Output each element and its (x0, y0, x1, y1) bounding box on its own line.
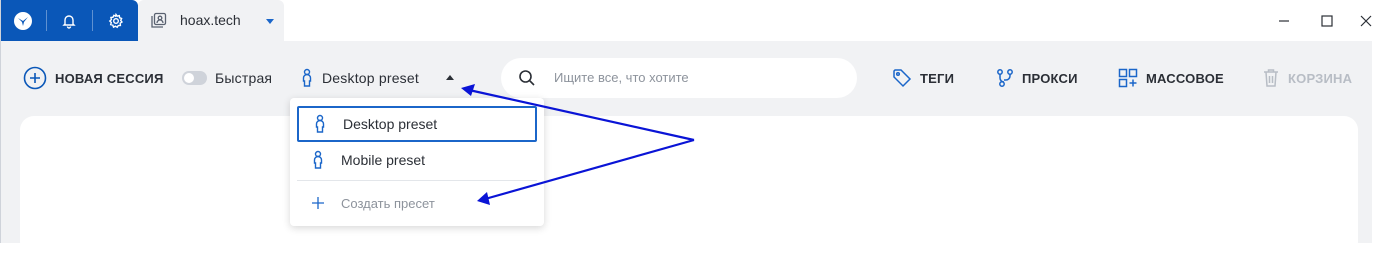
minimize-icon[interactable] (1273, 10, 1295, 32)
search-box[interactable]: Ищите все, что хотите (501, 58, 857, 98)
preset-option-label: Desktop preset (343, 116, 438, 132)
bulk-button[interactable]: МАССОВОЕ (1118, 66, 1224, 90)
plus-icon (307, 196, 329, 210)
preset-option-mobile[interactable]: Mobile preset (297, 142, 537, 178)
search-icon (519, 70, 535, 86)
browser-tab[interactable]: hoax.tech (138, 0, 284, 41)
new-session-label: НОВАЯ СЕССИЯ (55, 70, 164, 86)
toggle-switch[interactable] (182, 71, 207, 85)
tab-page-icon (150, 12, 167, 34)
tab-menu-caret-icon[interactable] (265, 13, 275, 31)
divider (297, 180, 537, 181)
quick-label: Быстрая (215, 70, 273, 86)
proxy-branch-icon (997, 69, 1013, 87)
maximize-icon[interactable] (1316, 10, 1338, 32)
proxy-label: ПРОКСИ (1022, 70, 1078, 86)
preset-dropdown: Desktop preset Mobile preset Создать пре… (290, 98, 544, 226)
trash-label: КОРЗИНА (1288, 70, 1353, 86)
preset-option-desktop[interactable]: Desktop preset (297, 106, 537, 142)
app-logo-icon[interactable] (9, 7, 37, 35)
app-controls (1, 0, 138, 41)
tag-icon (893, 69, 912, 88)
divider (46, 10, 47, 31)
app-window: hoax.tech НОВАЯ СЕССИЯ Быстрая Desktop p… (0, 0, 1383, 256)
tab-title: hoax.tech (180, 12, 241, 28)
proxy-button[interactable]: ПРОКСИ (996, 66, 1078, 90)
preset-label: Desktop preset (322, 70, 419, 86)
preset-selector[interactable]: Desktop preset (300, 66, 455, 90)
scrollbar-track[interactable] (1372, 41, 1383, 243)
tags-label: ТЕГИ (920, 70, 955, 86)
search-placeholder: Ищите все, что хотите (554, 70, 689, 85)
quick-toggle[interactable]: Быстрая (182, 66, 272, 90)
plus-circle-icon (23, 66, 47, 90)
bell-icon[interactable] (55, 7, 83, 35)
grid-plus-icon (1118, 68, 1138, 88)
trash-icon (1264, 69, 1278, 87)
divider (92, 10, 93, 31)
create-preset-label: Создать пресет (341, 195, 435, 211)
close-icon[interactable] (1355, 10, 1377, 32)
caret-up-icon (445, 75, 454, 80)
create-preset-button[interactable]: Создать пресет (297, 185, 537, 221)
sessions-panel (20, 116, 1358, 256)
trash-button[interactable]: КОРЗИНА (1262, 66, 1352, 90)
gear-icon[interactable] (102, 7, 130, 35)
preset-option-label: Mobile preset (341, 152, 426, 168)
new-session-button[interactable]: НОВАЯ СЕССИЯ (23, 66, 164, 90)
person-icon (307, 150, 329, 170)
title-bar: hoax.tech (1, 0, 1383, 41)
tags-button[interactable]: ТЕГИ (892, 66, 954, 90)
bulk-label: МАССОВОЕ (1146, 70, 1224, 86)
person-icon (309, 114, 331, 134)
person-icon (302, 68, 312, 87)
toolbar: НОВАЯ СЕССИЯ Быстрая Desktop preset Ищит… (1, 41, 1383, 114)
